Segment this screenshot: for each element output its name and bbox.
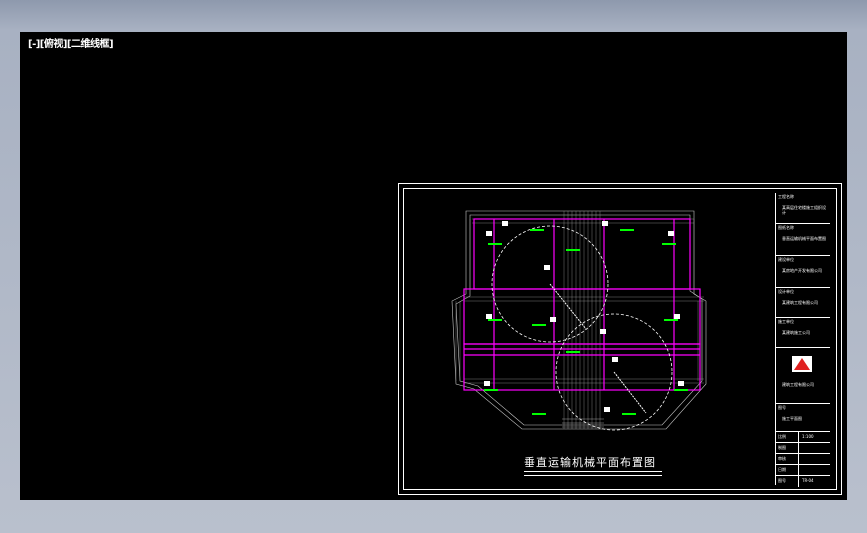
row-label: 审核 (778, 456, 786, 461)
drawing-name-value: 垂直运输机械平面布置图 (782, 236, 826, 241)
title-block-design: 设计单位 某建筑工程有限公司 (776, 287, 830, 318)
title-block-sheet: 图号 施工平面图 (776, 403, 830, 432)
crane-jib-2 (613, 371, 647, 414)
drawing-title-underline (524, 471, 662, 476)
row-label: 图号 (778, 478, 786, 483)
design-label: 设计单位 (778, 289, 794, 294)
title-block-drawing-name: 图纸名称 垂直运输机械平面布置图 (776, 223, 830, 256)
sheet-label: 图号 (778, 405, 786, 410)
company-logo-icon (792, 356, 812, 372)
project-value: 某高层住宅楼施工组织设计 (782, 205, 826, 215)
green-annotations (484, 229, 688, 415)
drawing-sheet-border: 垂直运输机械平面布置图 工程名称 某高层住宅楼施工组织设计 图纸名称 垂直运输机… (398, 183, 842, 495)
design-value: 某建筑工程有限公司 (782, 300, 818, 305)
unit-label: 建设单位 (778, 257, 794, 262)
title-block: 工程名称 某高层住宅楼施工组织设计 图纸名称 垂直运输机械平面布置图 建设单位 … (775, 193, 830, 487)
row-value: TR-04 (802, 478, 814, 483)
logo-label: 建筑工程有限公司 (782, 382, 814, 387)
company-label: 施工单位 (778, 319, 794, 324)
drawing-sheet-inner-border: 垂直运输机械平面布置图 工程名称 某高层住宅楼施工组织设计 图纸名称 垂直运输机… (403, 188, 837, 490)
sheet-value: 施工平面图 (782, 416, 802, 421)
row-label: 日期 (778, 467, 786, 472)
viewport-view-label[interactable]: [-][俯视][二维线框] (28, 35, 114, 50)
title-block-logo: 建筑工程有限公司 (776, 347, 830, 404)
row-label: 比例 (778, 434, 786, 439)
bottom-stair-hatch (562, 418, 604, 428)
unit-value: 某房地产开发有限公司 (782, 268, 822, 273)
title-block-row: 图号 TR-04 (776, 475, 830, 487)
row-label: 制图 (778, 445, 786, 450)
crane-radius-circles (491, 225, 673, 431)
project-label: 工程名称 (778, 194, 794, 199)
company-value: 某建筑施工公司 (782, 330, 810, 335)
title-block-project: 工程名称 某高层住宅楼施工组织设计 (776, 193, 830, 223)
floor-plan-drawing (451, 210, 707, 431)
drawing-title: 垂直运输机械平面布置图 (524, 456, 656, 469)
title-block-company: 施工单位 某建筑施工公司 (776, 317, 830, 348)
row-value: 1:100 (802, 434, 814, 439)
title-block-unit: 建设单位 某房地产开发有限公司 (776, 255, 830, 288)
drawing-name-label: 图纸名称 (778, 225, 794, 230)
cad-viewport[interactable]: [-][俯视][二维线框] 垂直运输机械平面布置图 工程名称 某高层住宅楼施工组… (20, 32, 847, 500)
